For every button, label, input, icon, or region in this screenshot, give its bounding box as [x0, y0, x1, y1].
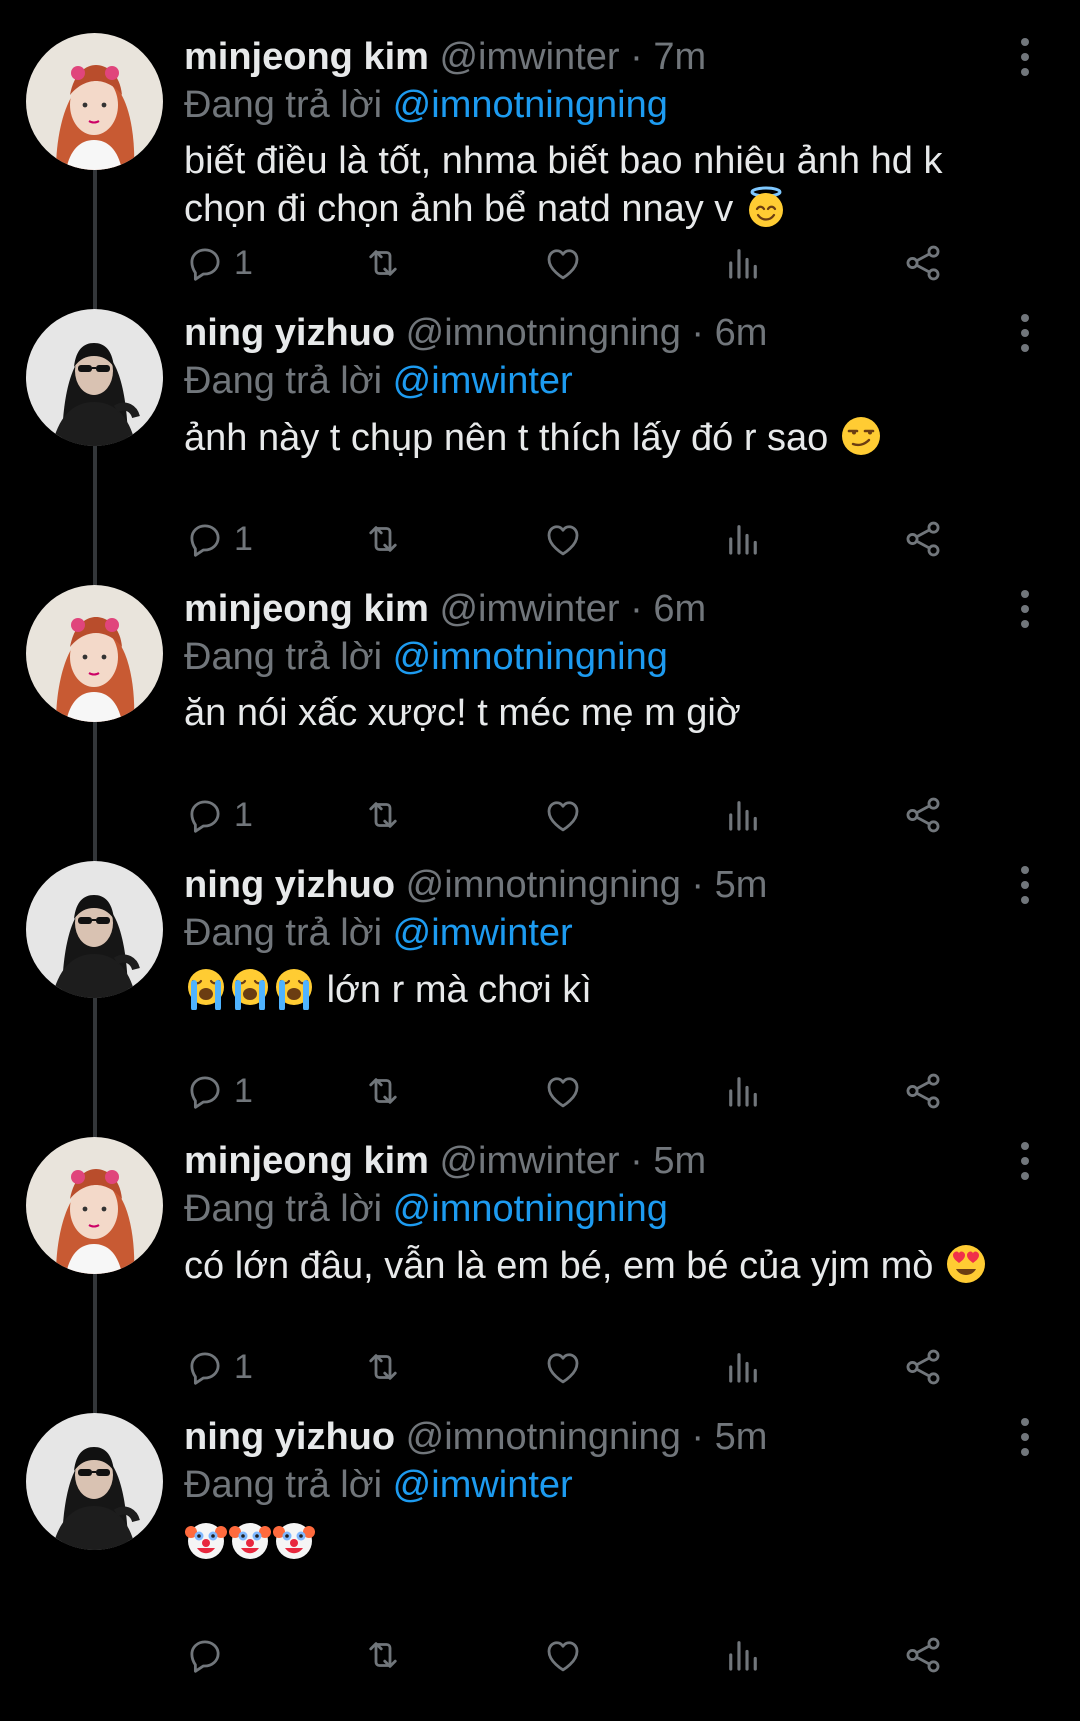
- user-handle[interactable]: @imwinter: [439, 588, 619, 630]
- replying-to-mention[interactable]: @imnotningning: [393, 1188, 668, 1230]
- tweet-text-line: có lớn đâu, vẫn là em bé, em bé của yjm …: [184, 1245, 934, 1287]
- replying-to-mention[interactable]: @imnotningning: [393, 84, 668, 126]
- separator-dot: ·: [691, 312, 705, 354]
- replying-to: Đang trả lời @imnotningning: [184, 82, 668, 128]
- tweet[interactable]: minjeong kim @imwinter · 5m Đang trả lời…: [0, 1104, 1080, 1386]
- like-button[interactable]: [542, 1630, 584, 1680]
- replying-to-mention[interactable]: @imnotningning: [393, 636, 668, 678]
- timestamp[interactable]: 5m: [653, 1140, 706, 1182]
- tweet-text: ảnh này t chụp nên t thích lấy đó r sao: [184, 414, 1044, 462]
- tweet-text: [184, 1518, 1044, 1566]
- display-name[interactable]: ning yizhuo: [184, 312, 395, 354]
- tweet-text-line: lớn r mà chơi kì: [326, 969, 592, 1011]
- minjeong-avatar[interactable]: [26, 33, 163, 170]
- user-handle[interactable]: @imwinter: [439, 1140, 619, 1182]
- more-options-icon[interactable]: [1012, 38, 1038, 76]
- tweet-header: minjeong kim @imwinter · 7m: [184, 34, 706, 80]
- clown-face-emoji: [228, 1518, 272, 1562]
- tweet-header: ning yizhuo @imnotningning · 6m: [184, 310, 767, 356]
- display-name[interactable]: minjeong kim: [184, 36, 429, 78]
- replying-to-mention[interactable]: @imwinter: [393, 1464, 573, 1506]
- timestamp[interactable]: 5m: [715, 864, 768, 906]
- replying-to: Đang trả lời @imwinter: [184, 358, 573, 404]
- user-handle[interactable]: @imwinter: [439, 36, 619, 78]
- retweet-button[interactable]: [362, 1630, 404, 1680]
- replying-to-label: Đang trả lời: [184, 912, 383, 954]
- replying-to-label: Đang trả lời: [184, 636, 383, 678]
- tweet[interactable]: ning yizhuo @imnotningning · 5m Đang trả…: [0, 1380, 1080, 1673]
- action-bar: [184, 1630, 1024, 1680]
- tweet-text-line: ăn nói xấc xược! t méc mẹ m giờ: [184, 692, 741, 734]
- views-icon: [729, 1641, 757, 1671]
- tweet-text: biết điều là tốt, nhma biết bao nhiêu ản…: [184, 138, 1044, 233]
- smirking-face-emoji: [839, 414, 883, 458]
- ningning-avatar[interactable]: [26, 861, 163, 998]
- more-options-icon[interactable]: [1012, 1142, 1038, 1180]
- replying-to-mention[interactable]: @imwinter: [393, 912, 573, 954]
- tweet-text-line: ảnh này t chụp nên t thích lấy đó r sao: [184, 417, 829, 459]
- replying-to: Đang trả lời @imnotningning: [184, 1186, 668, 1232]
- reply-button[interactable]: [184, 1630, 234, 1680]
- separator-dot: ·: [691, 1416, 705, 1458]
- smiling-face-with-halo-emoji: [744, 185, 788, 229]
- tweet-header: ning yizhuo @imnotningning · 5m: [184, 862, 767, 908]
- clown-face-emoji: [272, 1518, 316, 1562]
- tweet-header: minjeong kim @imwinter · 6m: [184, 586, 706, 632]
- views-button[interactable]: [722, 1630, 764, 1680]
- tweet-text-line: biết điều là tốt, nhma biết bao nhiêu ản…: [184, 140, 943, 182]
- display-name[interactable]: minjeong kim: [184, 588, 429, 630]
- loudly-crying-face-emoji: [272, 966, 316, 1010]
- tweet[interactable]: minjeong kim @imwinter · 7m Đang trả lời…: [0, 0, 1080, 282]
- tweet-text: ăn nói xấc xược! t méc mẹ m giờ: [184, 690, 1044, 737]
- more-options-icon[interactable]: [1012, 866, 1038, 904]
- timestamp[interactable]: 5m: [715, 1416, 768, 1458]
- separator-dot: ·: [630, 588, 643, 630]
- replying-to: Đang trả lời @imwinter: [184, 910, 573, 956]
- tweet[interactable]: ning yizhuo @imnotningning · 5m Đang trả…: [0, 828, 1080, 1110]
- tweet-text: có lớn đâu, vẫn là em bé, em bé của yjm …: [184, 1242, 1044, 1290]
- timestamp[interactable]: 6m: [715, 312, 768, 354]
- ningning-avatar[interactable]: [26, 1413, 163, 1550]
- more-options-icon[interactable]: [1012, 1418, 1038, 1456]
- share-icon: [906, 1637, 940, 1673]
- ningning-avatar[interactable]: [26, 309, 163, 446]
- display-name[interactable]: minjeong kim: [184, 1140, 429, 1182]
- separator-dot: ·: [630, 1140, 643, 1182]
- user-handle[interactable]: @imnotningning: [406, 1416, 681, 1458]
- clown-face-emoji: [184, 1518, 228, 1562]
- loudly-crying-face-emoji: [228, 966, 272, 1010]
- tweet-text-line: chọn đi chọn ảnh bể natd nnay v: [184, 188, 734, 230]
- like-icon: [547, 1641, 579, 1672]
- more-options-icon[interactable]: [1012, 590, 1038, 628]
- retweet-icon: [369, 1642, 397, 1668]
- separator-dot: ·: [630, 36, 643, 78]
- replying-to-label: Đang trả lời: [184, 1464, 383, 1506]
- display-name[interactable]: ning yizhuo: [184, 1416, 395, 1458]
- replying-to: Đang trả lời @imnotningning: [184, 634, 668, 680]
- replying-to-mention[interactable]: @imwinter: [393, 360, 573, 402]
- tweet[interactable]: minjeong kim @imwinter · 6m Đang trả lời…: [0, 552, 1080, 834]
- timestamp[interactable]: 6m: [653, 588, 706, 630]
- minjeong-avatar[interactable]: [26, 585, 163, 722]
- replying-to-label: Đang trả lời: [184, 360, 383, 402]
- display-name[interactable]: ning yizhuo: [184, 864, 395, 906]
- user-handle[interactable]: @imnotningning: [406, 312, 681, 354]
- replying-to-label: Đang trả lời: [184, 84, 383, 126]
- tweet-header: minjeong kim @imwinter · 5m: [184, 1138, 706, 1184]
- smiling-face-with-heart-eyes-emoji: [944, 1242, 988, 1286]
- tweet[interactable]: ning yizhuo @imnotningning · 6m Đang trả…: [0, 276, 1080, 558]
- minjeong-avatar[interactable]: [26, 1137, 163, 1274]
- loudly-crying-face-emoji: [184, 966, 228, 1010]
- replying-to-label: Đang trả lời: [184, 1188, 383, 1230]
- replying-to: Đang trả lời @imwinter: [184, 1462, 573, 1508]
- separator-dot: ·: [691, 864, 705, 906]
- share-button[interactable]: [902, 1630, 944, 1680]
- tweet-text: lớn r mà chơi kì: [184, 966, 1044, 1014]
- reply-icon: [190, 1640, 220, 1673]
- user-handle[interactable]: @imnotningning: [406, 864, 681, 906]
- more-options-icon[interactable]: [1012, 314, 1038, 352]
- timestamp[interactable]: 7m: [653, 36, 706, 78]
- tweet-header: ning yizhuo @imnotningning · 5m: [184, 1414, 767, 1460]
